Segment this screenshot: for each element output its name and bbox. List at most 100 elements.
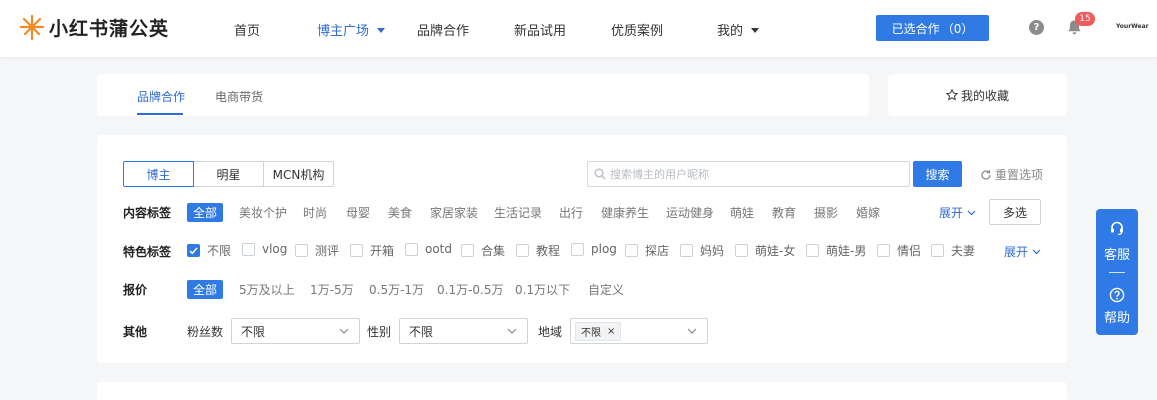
content-tag-chip[interactable]: 美食: [388, 204, 412, 221]
price-chip[interactable]: 5万及以上: [239, 281, 295, 298]
fans-select[interactable]: 不限: [231, 318, 360, 344]
nav-home[interactable]: 首页: [234, 20, 260, 39]
tab-brand-cooperation[interactable]: 品牌合作: [137, 88, 185, 105]
content-tag-chip[interactable]: 全部: [187, 203, 224, 222]
feature-tag-checkbox[interactable]: 萌娃-男: [806, 242, 866, 259]
nav-quality-cases[interactable]: 优质案例: [611, 20, 663, 39]
feature-tag-label: vlog: [262, 242, 288, 256]
feature-tag-label: 教程: [536, 244, 561, 258]
filter-panel: 博主 明星 MCN机构 搜索 重置选项 内容标签 全部 美妆个护 时尚 母婴 美…: [97, 135, 1067, 363]
checkbox-box: [680, 244, 693, 257]
dandelion-logo-icon: [19, 14, 45, 41]
region-tag: 不限 ×: [575, 321, 622, 341]
feature-tag-checkbox[interactable]: plog: [571, 242, 617, 256]
feature-tags-expand[interactable]: 展开: [1004, 243, 1041, 260]
content-tag-chip[interactable]: 时尚: [303, 204, 327, 221]
multi-select-button[interactable]: 多选: [989, 199, 1041, 225]
price-label: 报价: [123, 283, 148, 297]
content-tag-chip[interactable]: 母婴: [346, 204, 370, 221]
selected-cooperation-button[interactable]: 已选合作 （0）: [876, 15, 989, 41]
feature-tag-checkbox[interactable]: 开箱: [350, 242, 394, 259]
customer-service-label[interactable]: 客服: [1096, 244, 1138, 263]
checkbox-box: [461, 244, 474, 257]
content-tag-chip[interactable]: 摄影: [814, 204, 838, 221]
feature-tag-checkbox[interactable]: 萌娃-女: [735, 242, 795, 259]
feature-tag-label: 合集: [481, 244, 506, 258]
nav-mine[interactable]: 我的: [717, 20, 760, 39]
segment-blogger[interactable]: 博主: [123, 161, 194, 187]
chevron-down-icon: [967, 210, 976, 215]
close-icon[interactable]: ×: [607, 326, 615, 337]
checkbox-box: [571, 242, 584, 256]
brand-avatar[interactable]: YourWear: [1116, 23, 1149, 30]
content-tag-chip[interactable]: 教育: [772, 204, 796, 221]
content-tag-chip[interactable]: 家居家装: [430, 204, 478, 221]
nav-mine-label: 我的: [717, 24, 744, 39]
feature-tag-checkbox[interactable]: 妈妈: [680, 242, 724, 259]
content-tag-chip[interactable]: 婚嫁: [856, 204, 880, 221]
content-tag-chip[interactable]: 出行: [559, 204, 583, 221]
nav-blogger-square[interactable]: 博主广场: [317, 20, 386, 39]
feature-tag-checkbox[interactable]: ootd: [405, 242, 452, 256]
content-tag-chip[interactable]: 生活记录: [494, 204, 542, 221]
other-label: 其他: [123, 325, 148, 339]
region-select[interactable]: 不限 ×: [570, 318, 708, 344]
segment-celebrity[interactable]: 明星: [193, 161, 264, 187]
region-label: 地域: [538, 325, 563, 339]
feature-tag-checkbox[interactable]: vlog: [242, 242, 287, 256]
help-icon[interactable]: ?: [1029, 20, 1044, 35]
feature-tag-label: 开箱: [370, 244, 395, 258]
feature-tag-checkbox[interactable]: 情侣: [877, 242, 921, 259]
feature-tag-label: 萌娃-男: [826, 244, 867, 258]
checkbox-box: [187, 244, 200, 257]
checkbox-box: [625, 244, 638, 257]
my-favorites-button[interactable]: 我的收藏: [888, 74, 1067, 116]
selected-count: （0）: [941, 21, 974, 36]
region-tag-label: 不限: [581, 327, 601, 339]
reset-options-button[interactable]: 重置选项: [980, 166, 1043, 183]
nav-brand-cooperation[interactable]: 品牌合作: [417, 20, 469, 39]
search-input[interactable]: [610, 167, 890, 181]
chevron-down-icon: [507, 328, 517, 334]
search-box: [587, 161, 910, 187]
fans-label: 粉丝数: [187, 325, 224, 339]
content-tag-chip[interactable]: 运动健身: [666, 204, 714, 221]
content-tag-chip[interactable]: 萌娃: [730, 204, 754, 221]
feature-tag-label: plog: [591, 242, 617, 256]
segment-mcn[interactable]: MCN机构: [263, 161, 334, 187]
price-chip[interactable]: 0.1万以下: [515, 281, 570, 298]
refresh-icon: [981, 169, 991, 180]
nav-new-product-trial[interactable]: 新品试用: [514, 20, 566, 39]
headset-icon[interactable]: [1109, 220, 1125, 236]
chevron-down-icon: [687, 328, 697, 334]
content-tag-chip[interactable]: 美妆个护: [239, 204, 287, 221]
content-tag-chip[interactable]: 健康养生: [601, 204, 649, 221]
checkbox-box: [735, 244, 748, 257]
price-chip[interactable]: 全部: [187, 280, 224, 299]
price-chip[interactable]: 1万-5万: [310, 281, 354, 298]
feature-tag-checkbox[interactable]: 夫妻: [931, 242, 975, 259]
check-icon: [189, 247, 198, 254]
price-chip[interactable]: 自定义: [588, 281, 624, 298]
feature-tag-label: 妈妈: [700, 244, 725, 258]
results-card: [97, 382, 1067, 400]
feature-tag-checkbox[interactable]: 合集: [461, 242, 505, 259]
feature-tag-checkbox[interactable]: 探店: [625, 242, 669, 259]
feature-tag-checkbox[interactable]: 教程: [516, 242, 560, 259]
fans-value: 不限: [241, 324, 266, 339]
price-chip[interactable]: 0.5万-1万: [369, 281, 424, 298]
logo[interactable]: 小红书蒲公英: [18, 13, 169, 41]
content-tags-expand[interactable]: 展开: [939, 204, 976, 221]
help-circle-icon[interactable]: [1109, 287, 1125, 303]
tab-ecommerce[interactable]: 电商带货: [215, 88, 263, 105]
feature-tag-label: ootd: [425, 242, 453, 256]
price-chip[interactable]: 0.1万-0.5万: [437, 281, 504, 298]
help-label[interactable]: 帮助: [1096, 307, 1138, 326]
search-button[interactable]: 搜索: [913, 161, 962, 187]
feature-tag-label: 萌娃-女: [755, 244, 796, 258]
feature-tag-checkbox[interactable]: 不限: [187, 242, 231, 259]
gender-select[interactable]: 不限: [399, 318, 528, 344]
feature-tag-checkbox[interactable]: 测评: [295, 242, 339, 259]
feature-tag-label: 情侣: [897, 244, 922, 258]
checkbox-box: [295, 244, 308, 257]
